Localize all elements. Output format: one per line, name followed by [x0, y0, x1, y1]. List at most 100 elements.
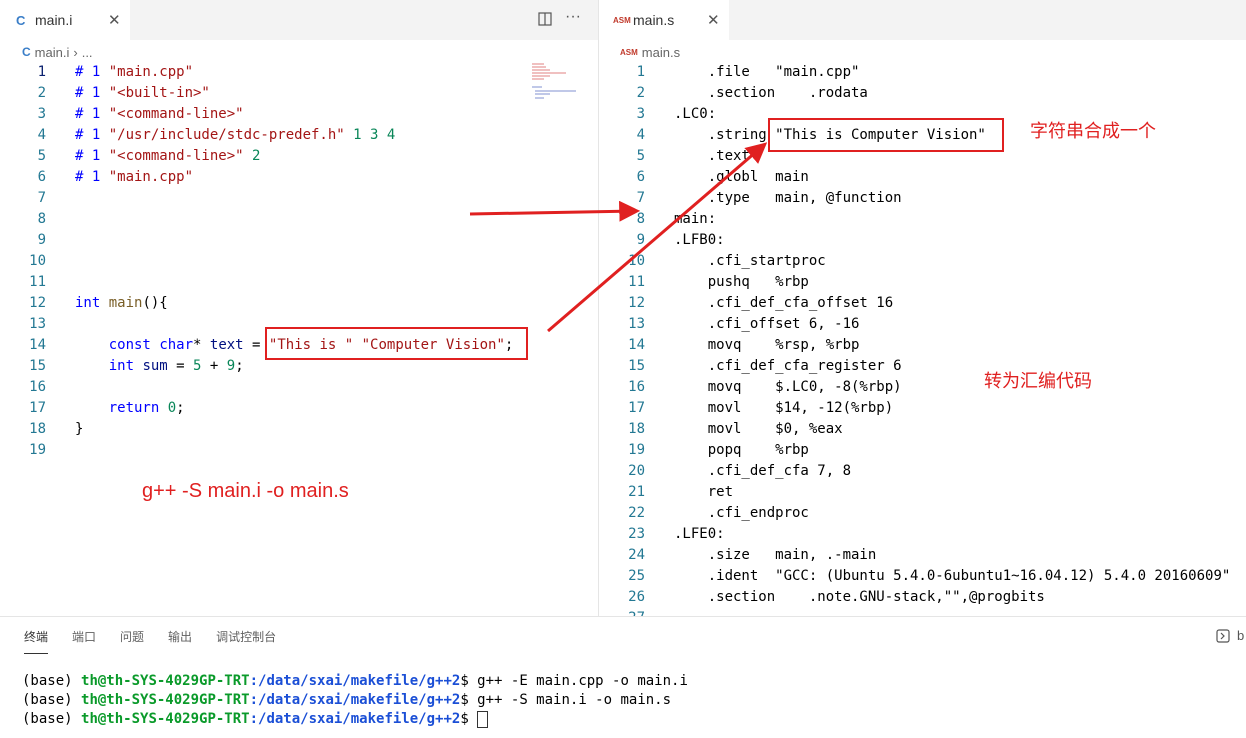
code-line[interactable]: 5 # 1 "<command-line>" 2 — [0, 146, 520, 167]
code-line[interactable]: 10 — [0, 251, 520, 272]
code-text: # 1 "main.cpp" — [75, 169, 194, 185]
terminal-user: th@th-SYS-4029GP-TRT — [81, 711, 250, 727]
tab-debug-console[interactable]: 调试控制台 — [216, 628, 276, 645]
breadcrumb-rest[interactable]: ... — [82, 45, 93, 60]
code-line[interactable]: 7 .type main, @function — [599, 188, 1246, 209]
line-number: 3 — [37, 106, 46, 122]
code-line[interactable]: 9 .LFB0: — [599, 230, 1246, 251]
code-line[interactable]: 12 .cfi_def_cfa_offset 16 — [599, 293, 1246, 314]
code-line[interactable]: 2 # 1 "<built-in>" — [0, 83, 520, 104]
code-line[interactable]: 17 movl $14, -12(%rbp) — [599, 398, 1246, 419]
code-text: .section .rodata — [674, 85, 868, 101]
code-line[interactable]: 23 .LFE0: — [599, 524, 1246, 545]
terminal-path: :/data/sxai/makefile/g++2 — [249, 711, 461, 727]
highlight-box-string-concat — [265, 327, 528, 360]
line-number: 26 — [628, 589, 645, 605]
code-text: .size main, .-main — [674, 547, 877, 563]
code-line[interactable]: 16 — [0, 377, 520, 398]
tab-output[interactable]: 输出 — [168, 628, 192, 645]
code-line[interactable]: 12 int main(){ — [0, 293, 520, 314]
code-line[interactable]: 20 .cfi_def_cfa 7, 8 — [599, 461, 1246, 482]
chevron-right-icon: › — [73, 44, 78, 60]
c-file-icon: C — [22, 45, 31, 59]
code-text: movl $0, %eax — [674, 421, 843, 437]
code-line[interactable]: 4 # 1 "/usr/include/stdc-predef.h" 1 3 4 — [0, 125, 520, 146]
code-line[interactable]: 19 — [0, 440, 520, 461]
tab-ports[interactable]: 端口 — [72, 628, 96, 645]
tab-main-s[interactable]: ASM main.s ✕ — [599, 0, 729, 40]
highlight-box-string-merged — [768, 118, 1004, 152]
code-line[interactable]: 13 .cfi_offset 6, -16 — [599, 314, 1246, 335]
code-text: movq $.LC0, -8(%rbp) — [674, 379, 902, 395]
left-tab-bar: C main.i ✕ ··· — [0, 0, 598, 40]
code-line[interactable]: 15 .cfi_def_cfa_register 6 — [599, 356, 1246, 377]
close-icon[interactable]: ✕ — [108, 11, 121, 29]
panel-tab-bar: 终端 端口 问题 输出 调试控制台 — [0, 616, 1246, 656]
asm-file-icon: ASM — [620, 47, 638, 57]
line-number: 25 — [628, 568, 645, 584]
code-line[interactable]: 10 .cfi_startproc — [599, 251, 1246, 272]
code-line[interactable]: 6 .globl main — [599, 167, 1246, 188]
code-line[interactable]: 8 — [0, 209, 520, 230]
terminal-env: (base) — [22, 711, 82, 727]
code-line[interactable]: 19 popq %rbp — [599, 440, 1246, 461]
minimap[interactable] — [530, 62, 586, 102]
annotation-merge: 字符串合成一个 — [1030, 121, 1156, 141]
code-text: # 1 "<built-in>" — [75, 85, 210, 101]
code-line[interactable]: 17 return 0; — [0, 398, 520, 419]
code-line[interactable]: 18} — [0, 419, 520, 440]
panel-maximize-icon[interactable] — [1216, 628, 1230, 647]
tab-main-i[interactable]: C main.i ✕ — [0, 0, 130, 40]
code-line[interactable]: 25 .ident "GCC: (Ubuntu 5.4.0-6ubuntu1~1… — [599, 566, 1246, 587]
code-text: # 1 "/usr/include/stdc-predef.h" 1 3 4 — [75, 127, 396, 143]
close-icon[interactable]: ✕ — [707, 11, 720, 29]
code-text: .text — [674, 148, 750, 164]
code-line[interactable]: 2 .section .rodata — [599, 83, 1246, 104]
code-line[interactable]: 26 .section .note.GNU-stack,"",@progbits — [599, 587, 1246, 608]
code-line[interactable]: 1 # 1 "main.cpp" — [0, 62, 520, 83]
code-text: .LFE0: — [674, 526, 725, 542]
code-text: .section .note.GNU-stack,"",@progbits — [674, 589, 1045, 605]
breadcrumb: C main.i › ... — [22, 42, 93, 62]
line-number: 9 — [37, 232, 46, 248]
code-line[interactable]: 11 pushq %rbp — [599, 272, 1246, 293]
code-line[interactable]: 9 — [0, 230, 520, 251]
code-text: .file "main.cpp" — [674, 64, 860, 80]
line-number: 19 — [29, 442, 46, 458]
code-line[interactable]: 6 # 1 "main.cpp" — [0, 167, 520, 188]
code-text: movl $14, -12(%rbp) — [674, 400, 894, 416]
code-line[interactable]: 22 .cfi_endproc — [599, 503, 1246, 524]
breadcrumb-file[interactable]: main.s — [642, 45, 680, 60]
split-editor-icon[interactable] — [538, 12, 552, 31]
tab-problems[interactable]: 问题 — [120, 628, 144, 645]
tab-label: main.i — [35, 12, 73, 28]
code-line[interactable]: 14 movq %rsp, %rbp — [599, 335, 1246, 356]
code-line[interactable]: 18 movl $0, %eax — [599, 419, 1246, 440]
terminal-user: th@th-SYS-4029GP-TRT — [81, 673, 250, 689]
code-text: int main(){ — [75, 295, 168, 311]
terminal-user: th@th-SYS-4029GP-TRT — [81, 692, 250, 708]
tab-terminal[interactable]: 终端 — [24, 628, 49, 654]
terminal-line: (base) th@th-SYS-4029GP-TRT:/data/sxai/m… — [22, 672, 688, 691]
code-line[interactable]: 21 ret — [599, 482, 1246, 503]
code-text: .cfi_startproc — [674, 253, 826, 269]
line-number: 12 — [628, 295, 645, 311]
code-line[interactable]: 3 # 1 "<command-line>" — [0, 104, 520, 125]
more-actions-icon[interactable]: ··· — [565, 8, 581, 26]
code-line[interactable]: 1 .file "main.cpp" — [599, 62, 1246, 83]
breadcrumb-file[interactable]: main.i — [35, 45, 70, 60]
line-number: 14 — [29, 337, 46, 353]
code-line[interactable]: 27 — [599, 608, 1246, 616]
code-text: .cfi_def_cfa_register 6 — [674, 358, 902, 374]
line-number: 17 — [29, 400, 46, 416]
line-number: 1 — [37, 64, 46, 80]
terminal[interactable]: (base) th@th-SYS-4029GP-TRT:/data/sxai/m… — [0, 672, 1246, 738]
code-line[interactable]: 16 movq $.LC0, -8(%rbp) — [599, 377, 1246, 398]
left-code-editor[interactable]: 1 # 1 "main.cpp" 2 # 1 "<built-in>" 3 # 1 "<c… — [0, 62, 598, 482]
code-line[interactable]: 7 — [0, 188, 520, 209]
line-number: 6 — [636, 169, 645, 185]
code-line[interactable]: 24 .size main, .-main — [599, 545, 1246, 566]
line-number: 16 — [29, 379, 46, 395]
code-line[interactable]: 8 main: — [599, 209, 1246, 230]
code-line[interactable]: 11 — [0, 272, 520, 293]
